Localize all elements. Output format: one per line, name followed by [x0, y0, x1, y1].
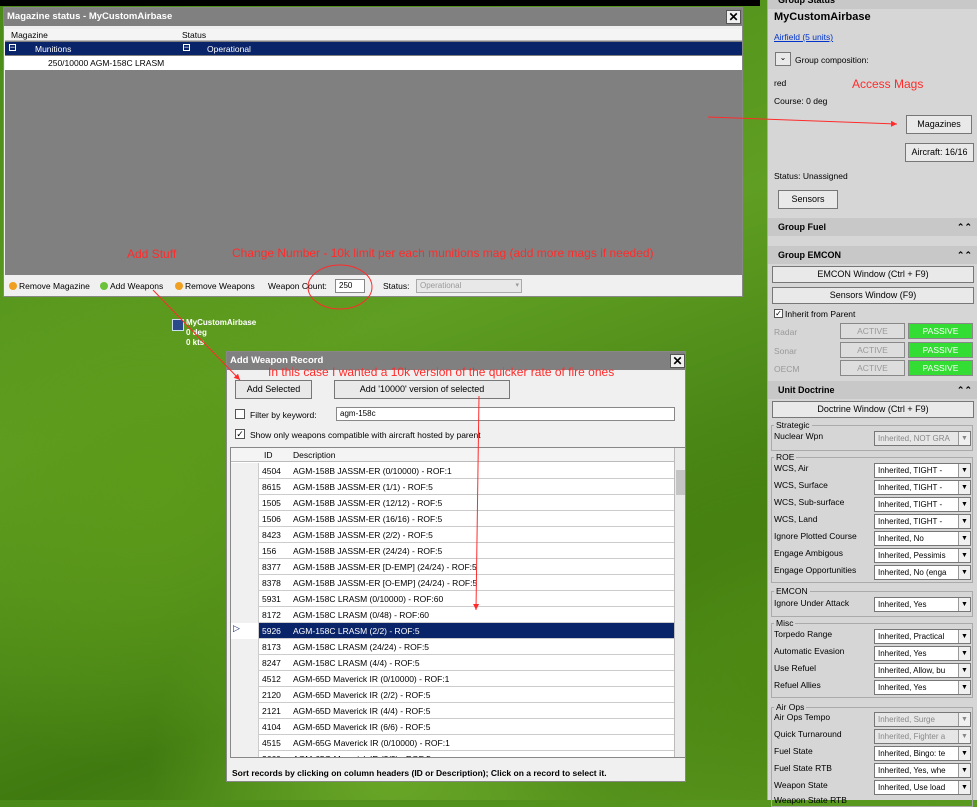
annotation-arrows	[152, 116, 898, 611]
arrow-to-magazines	[707, 116, 898, 127]
weapon-count-circle	[307, 264, 373, 310]
arrow-to-lrasm	[473, 395, 480, 611]
arrow-to-add-weapon	[152, 289, 241, 381]
